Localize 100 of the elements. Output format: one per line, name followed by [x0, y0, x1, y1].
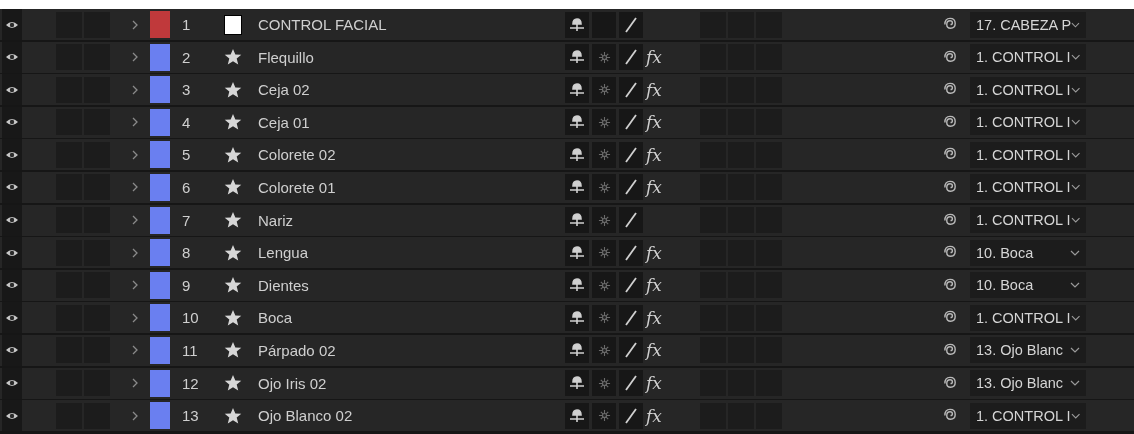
- fx-switch[interactable]: fx: [646, 144, 670, 165]
- spiral-icon[interactable]: [943, 212, 958, 228]
- quality-switch[interactable]: [619, 402, 643, 429]
- fx-switch[interactable]: fx: [646, 275, 670, 296]
- chevron-icon[interactable]: [132, 410, 138, 421]
- layer-name[interactable]: Ojo Iris 02: [258, 374, 558, 392]
- layer-name[interactable]: Ojo Blanco 02: [258, 407, 558, 425]
- fx-switch[interactable]: fx: [646, 340, 670, 361]
- layer-name[interactable]: Ceja 01: [258, 113, 558, 131]
- parent-dropdown[interactable]: 1. CONTROL I: [970, 207, 1086, 234]
- parent-dropdown[interactable]: 1. CONTROL I: [970, 174, 1086, 201]
- quality-switch[interactable]: [619, 239, 643, 266]
- collapse-switch[interactable]: [592, 402, 616, 429]
- chevron-icon[interactable]: [132, 117, 138, 128]
- parent-dropdown[interactable]: 17. CABEZA P: [970, 11, 1086, 38]
- label-swatch[interactable]: [150, 11, 170, 38]
- quality-switch[interactable]: [619, 109, 643, 136]
- spiral-icon[interactable]: [943, 49, 958, 65]
- chevron-icon[interactable]: [132, 345, 138, 356]
- chevron-icon[interactable]: [132, 182, 138, 193]
- label-swatch[interactable]: [150, 173, 170, 201]
- shy-switch[interactable]: [565, 370, 589, 397]
- quality-switch[interactable]: [619, 304, 643, 331]
- collapse-switch[interactable]: [592, 272, 616, 299]
- shy-switch[interactable]: [565, 76, 589, 103]
- layer-row[interactable]: 1 CONTROL FACIAL 17. CABEZA P: [0, 9, 1134, 40]
- spiral-icon[interactable]: [943, 277, 958, 293]
- quality-switch[interactable]: [619, 174, 643, 201]
- parent-dropdown[interactable]: 1. CONTROL I: [970, 141, 1086, 168]
- collapse-switch[interactable]: [592, 337, 616, 364]
- parent-dropdown[interactable]: 1. CONTROL I: [970, 76, 1086, 103]
- chevron-icon[interactable]: [132, 378, 138, 389]
- collapse-switch[interactable]: [592, 109, 616, 136]
- label-swatch[interactable]: [150, 141, 170, 169]
- fx-switch[interactable]: fx: [646, 47, 670, 68]
- spiral-icon[interactable]: [943, 375, 958, 391]
- shy-switch[interactable]: [565, 44, 589, 71]
- parent-dropdown[interactable]: 1. CONTROL I: [970, 402, 1086, 429]
- chevron-icon[interactable]: [132, 280, 138, 291]
- chevron-icon[interactable]: [132, 247, 138, 258]
- spiral-icon[interactable]: [943, 17, 958, 32]
- fx-switch[interactable]: fx: [646, 79, 670, 100]
- layer-row[interactable]: 8 Lengua fx 10. Boca: [0, 237, 1134, 269]
- shy-switch[interactable]: [565, 141, 589, 168]
- quality-switch[interactable]: [619, 370, 643, 397]
- parent-dropdown[interactable]: 10. Boca: [970, 239, 1086, 266]
- shy-switch[interactable]: [565, 337, 589, 364]
- spiral-icon[interactable]: [943, 114, 958, 130]
- spiral-icon[interactable]: [943, 179, 958, 195]
- chevron-icon[interactable]: [132, 52, 138, 63]
- quality-switch[interactable]: [619, 76, 643, 103]
- layer-row[interactable]: 4 Ceja 01 fx 1. CONTROL I: [0, 106, 1134, 138]
- label-swatch[interactable]: [150, 336, 170, 364]
- collapse-switch[interactable]: [592, 207, 616, 234]
- quality-switch[interactable]: [619, 337, 643, 364]
- collapse-switch[interactable]: [592, 76, 616, 103]
- fx-switch[interactable]: fx: [646, 307, 670, 328]
- parent-dropdown[interactable]: 10. Boca: [970, 272, 1086, 299]
- quality-switch[interactable]: [619, 11, 643, 38]
- layer-row[interactable]: 11 Párpado 02 fx 13. Ojo Blanc: [0, 334, 1134, 366]
- label-swatch[interactable]: [150, 304, 170, 332]
- label-swatch[interactable]: [150, 369, 170, 397]
- quality-switch[interactable]: [619, 141, 643, 168]
- visibility-switch[interactable]: [2, 9, 22, 40]
- layer-name[interactable]: Lengua: [258, 244, 558, 262]
- collapse-switch[interactable]: [592, 304, 616, 331]
- parent-dropdown[interactable]: 1. CONTROL I: [970, 44, 1086, 71]
- label-swatch[interactable]: [150, 206, 170, 234]
- chevron-icon[interactable]: [132, 312, 138, 323]
- label-swatch[interactable]: [150, 108, 170, 136]
- layer-name[interactable]: Dientes: [258, 276, 558, 294]
- label-swatch[interactable]: [150, 271, 170, 299]
- shy-switch[interactable]: [565, 239, 589, 266]
- layer-row[interactable]: 9 Dientes fx 10. Boca: [0, 269, 1134, 301]
- layer-name[interactable]: Ceja 02: [258, 81, 558, 99]
- quality-switch[interactable]: [619, 272, 643, 299]
- layer-row[interactable]: 13 Ojo Blanco 02 fx 1. CONTROL I: [0, 400, 1134, 432]
- chevron-icon[interactable]: [132, 19, 138, 30]
- collapse-switch[interactable]: [592, 370, 616, 397]
- shy-switch[interactable]: [565, 402, 589, 429]
- layer-name[interactable]: CONTROL FACIAL: [258, 16, 558, 33]
- parent-dropdown[interactable]: 1. CONTROL I: [970, 109, 1086, 136]
- layer-row[interactable]: 7 Nariz 1. CONTROL I: [0, 204, 1134, 236]
- parent-dropdown[interactable]: 13. Ojo Blanc: [970, 370, 1086, 397]
- layer-row[interactable]: 6 Colorete 01 fx 1. CONTROL I: [0, 171, 1134, 203]
- fx-switch[interactable]: fx: [646, 112, 670, 133]
- layer-row[interactable]: 5 Colorete 02 fx 1. CONTROL I: [0, 139, 1134, 171]
- shy-switch[interactable]: [565, 109, 589, 136]
- fx-switch[interactable]: fx: [646, 405, 670, 426]
- collapse-switch[interactable]: [592, 239, 616, 266]
- collapse-switch[interactable]: [592, 174, 616, 201]
- layer-name[interactable]: Boca: [258, 309, 558, 327]
- label-swatch[interactable]: [150, 239, 170, 267]
- label-swatch[interactable]: [150, 76, 170, 104]
- chevron-icon[interactable]: [132, 149, 138, 160]
- parent-dropdown[interactable]: 1. CONTROL I: [970, 304, 1086, 331]
- layer-name[interactable]: Colorete 02: [258, 146, 558, 164]
- collapse-switch[interactable]: [592, 141, 616, 168]
- layer-row[interactable]: 12 Ojo Iris 02 fx 13. Ojo Blanc: [0, 367, 1134, 399]
- layer-name[interactable]: Párpado 02: [258, 341, 558, 359]
